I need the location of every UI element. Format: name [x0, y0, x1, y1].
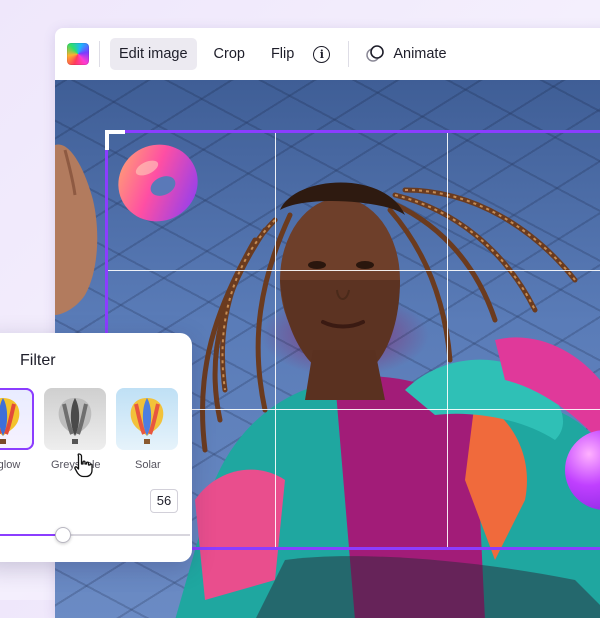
animate-button[interactable]: Animate [359, 38, 452, 70]
filter-label: Solar [135, 459, 161, 471]
balloon-icon [0, 388, 34, 450]
info-icon[interactable]: i [313, 45, 331, 63]
crop-grid-line [447, 133, 448, 547]
crop-grid-line [108, 270, 600, 271]
intensity-slider-fill [0, 534, 62, 536]
toolbar-divider [348, 41, 350, 67]
balloon-icon [130, 398, 164, 444]
filter-panel-title: Filter [20, 352, 56, 369]
balloon-icon [58, 398, 92, 444]
filter-thumbnail-greyscale[interactable] [44, 388, 106, 450]
intensity-value-input[interactable]: 56 [150, 489, 178, 513]
filter-label: rglow [0, 459, 21, 471]
filter-thumbnail-solar[interactable] [116, 388, 178, 450]
intensity-slider-handle[interactable] [55, 527, 71, 543]
toolbar-divider [99, 41, 100, 67]
animate-label: Animate [393, 46, 447, 62]
crop-grid-line [275, 133, 276, 547]
edit-image-button[interactable]: Edit image [110, 38, 197, 70]
filter-thumbnail-selected[interactable] [0, 388, 34, 450]
animate-icon [366, 45, 385, 62]
crop-button[interactable]: Crop [205, 38, 254, 70]
torus-shape [118, 144, 198, 222]
image-toolbar: Edit image Crop Flip i Animate [55, 28, 600, 80]
flip-button[interactable]: Flip [262, 38, 303, 70]
color-swatch-icon[interactable] [67, 43, 89, 65]
filter-panel: Filter rglow Greyscale [0, 333, 192, 562]
info-glyph: i [319, 47, 324, 61]
pointer-hand-icon [74, 453, 93, 478]
